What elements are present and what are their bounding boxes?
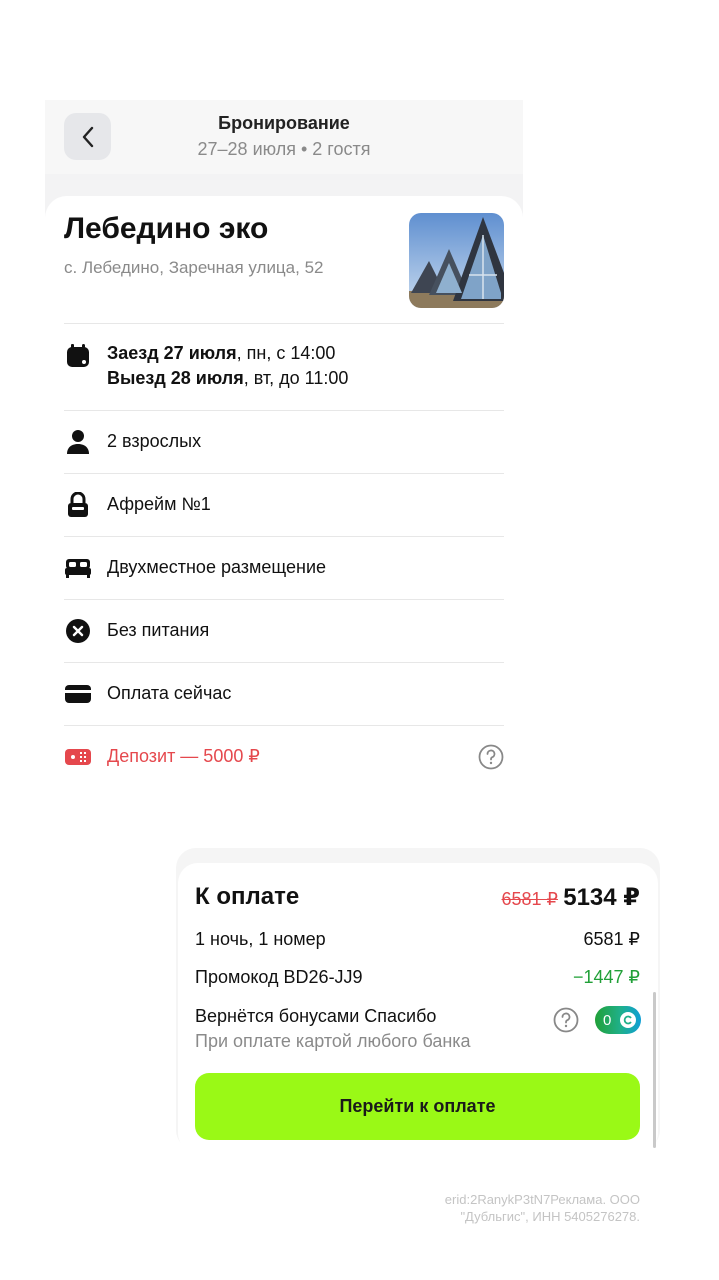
lock-icon <box>64 491 92 519</box>
payment-title: К оплате <box>195 883 300 910</box>
room-text: Афрейм №1 <box>107 494 211 514</box>
bonus-value: 0 <box>603 1011 612 1029</box>
deposit-row: Депозит — 5000 ₽ <box>64 725 504 788</box>
nights-label: 1 ночь, 1 номер <box>195 929 326 949</box>
accommodation-text: Двухместное размещение <box>107 557 327 577</box>
bed-icon <box>64 554 92 582</box>
promo-label: Промокод BD26-JJ9 <box>195 967 363 987</box>
meals-row: Без питания <box>64 599 504 662</box>
booking-details-card: Лебедино эко с. Лебедино, Заречная улица… <box>45 196 523 788</box>
nights-value: 6581 ₽ <box>583 929 641 949</box>
booking-header: Бронирование 27–28 июля • 2 гостя <box>45 100 523 174</box>
help-icon[interactable] <box>553 1007 579 1033</box>
total-price: 5134 ₽ <box>563 884 640 911</box>
hotel-name: Лебедино эко <box>64 212 269 245</box>
booking-panel: Бронирование 27–28 июля • 2 гостя Лебеди… <box>45 100 523 788</box>
deposit-text: Депозит — 5000 ₽ <box>107 746 260 766</box>
calendar-icon <box>64 342 92 370</box>
guests-text: 2 взрослых <box>107 431 202 451</box>
hotel-photo[interactable] <box>409 213 504 308</box>
page-title: Бронирование <box>218 113 350 133</box>
accommodation-row: Двухместное размещение <box>64 536 504 599</box>
payment-text: Оплата сейчас <box>107 683 232 703</box>
person-icon <box>64 428 92 456</box>
checkout-text: Выезд 28 июля, вт, до 11:00 <box>107 368 349 388</box>
ad-disclaimer: erid:2RanykP3tN7Реклама. ООО "Дубльгис",… <box>444 1192 640 1224</box>
payment-row: Оплата сейчас <box>64 662 504 725</box>
checkin-text: Заезд 27 июля, пн, с 14:00 <box>107 343 336 363</box>
close-circle-icon <box>64 617 92 645</box>
help-icon[interactable] <box>478 744 504 770</box>
hotel-address: с. Лебедино, Заречная улица, 52 <box>64 258 324 277</box>
sber-spasibo-icon <box>620 1012 636 1028</box>
dates-row: Заезд 27 июля, пн, с 14:00 Выезд 28 июля… <box>64 323 504 410</box>
promo-value: −1447 ₽ <box>572 967 640 987</box>
bonus-label: Вернётся бонусами Спасибо <box>195 1006 437 1026</box>
proceed-to-payment-button[interactable]: Перейти к оплате <box>195 1073 640 1140</box>
scrollbar[interactable] <box>653 992 656 1148</box>
a-frame-houses-image <box>409 213 504 308</box>
deposit-card-icon <box>64 743 92 771</box>
guests-row: 2 взрослых <box>64 410 504 473</box>
bonus-subtext: При оплате картой любого банка <box>195 1031 471 1051</box>
card-icon <box>64 680 92 708</box>
bonus-badge: 0 <box>595 1006 641 1034</box>
room-row: Афрейм №1 <box>64 473 504 536</box>
meals-text: Без питания <box>107 620 210 640</box>
old-price: 6581 ₽ <box>501 889 559 909</box>
page-subtitle: 27–28 июля • 2 гостя <box>197 139 371 159</box>
payment-panel: К оплате 6581 ₽ 5134 ₽ 1 ночь, 1 номер 6… <box>178 863 658 1153</box>
